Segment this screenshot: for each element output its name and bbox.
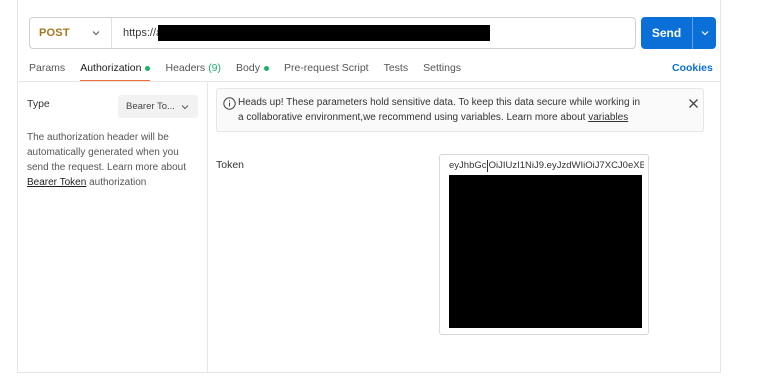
chevron-down-icon: [701, 31, 708, 36]
bearer-token-link[interactable]: Bearer Token: [27, 177, 86, 188]
tab-settings[interactable]: Settings: [423, 57, 461, 79]
tab-pre-request-script[interactable]: Pre-request Script: [284, 57, 369, 79]
auth-help-text: The authorization header will be automat…: [27, 130, 202, 190]
redacted-block: [449, 175, 642, 328]
tab-label: Settings: [423, 62, 462, 74]
tab-label: Params: [29, 62, 66, 74]
tab-label: Pre-request Script: [283, 62, 369, 74]
info-icon: [223, 97, 236, 110]
tab-params[interactable]: Params: [29, 57, 65, 79]
token-label: Token: [216, 159, 245, 171]
token-input[interactable]: eyJhbGciOiJIUzI1NiJ9.eyJzdWIiOiJ7XCJ0eXB: [439, 154, 649, 335]
tab-label: Body: [236, 62, 260, 74]
tab-label: Authorization: [80, 62, 142, 74]
tab-label: Tests: [383, 62, 409, 74]
chevron-down-icon: [181, 104, 189, 109]
cookies-link[interactable]: Cookies: [672, 57, 713, 79]
redacted-block: [158, 25, 490, 41]
status-dot: [145, 65, 151, 71]
tab-label: Headers: [165, 62, 206, 74]
type-label: Type: [27, 98, 50, 110]
send-button[interactable]: Send: [641, 17, 716, 49]
method-select[interactable]: POST: [30, 18, 112, 48]
request-bar: POST https://api: [29, 17, 636, 49]
url-input[interactable]: https://api: [112, 18, 635, 48]
close-icon[interactable]: [688, 98, 699, 109]
tab-headers[interactable]: Headers (9): [165, 57, 221, 79]
help-text: The authorization header will be automat…: [27, 132, 186, 173]
tab-authorization[interactable]: Authorization: [80, 57, 151, 82]
banner-message: Heads up! These parameters hold sensitiv…: [238, 97, 641, 123]
method-label: POST: [39, 27, 70, 39]
send-label: Send: [651, 26, 682, 40]
send-options-button[interactable]: [692, 17, 716, 49]
sensitive-data-banner: Heads up! These parameters hold sensitiv…: [216, 88, 704, 132]
tab-body[interactable]: Body: [236, 57, 269, 79]
banner-text: Heads up! These parameters hold sensitiv…: [238, 95, 648, 125]
help-suffix: authorization: [89, 177, 147, 188]
text-caret: [487, 160, 488, 172]
status-dot: [263, 65, 269, 71]
token-value: eyJhbGciOiJIUzI1NiJ9.eyJzdWIiOiJ7XCJ0eXB: [449, 160, 644, 171]
request-tabs: Params Authorization Headers (9) Body Pre…: [29, 57, 476, 82]
chevron-down-icon: [92, 31, 100, 36]
divider: [207, 82, 208, 373]
variables-link[interactable]: variables: [588, 112, 628, 123]
auth-type-select[interactable]: Bearer To...: [118, 95, 198, 118]
tab-count: (9): [208, 62, 222, 74]
tab-tests[interactable]: Tests: [384, 57, 409, 79]
auth-type-value: Bearer To...: [126, 101, 175, 112]
divider: [18, 81, 720, 82]
